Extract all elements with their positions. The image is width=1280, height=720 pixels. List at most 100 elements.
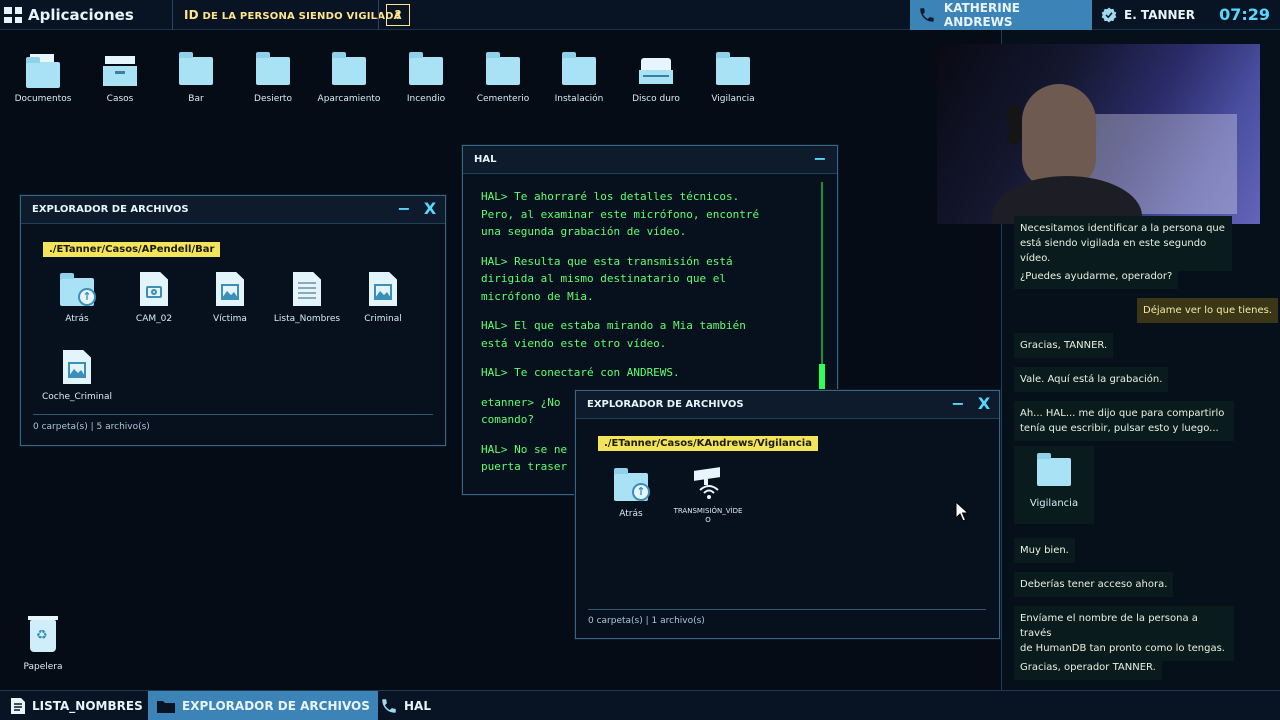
clock: 07:29: [1219, 5, 1270, 24]
window-titlebar[interactable]: HAL −: [463, 146, 837, 174]
text-file-icon: [293, 272, 321, 306]
active-call[interactable]: KATHERINE ANDREWS: [910, 0, 1092, 30]
minimize-button[interactable]: −: [949, 395, 967, 413]
desktop-icon-documentos[interactable]: Documentos: [5, 48, 81, 104]
file-explorer-window-vigilancia: EXPLORADOR DE ARCHIVOS − X ./ETanner/Cas…: [575, 390, 1000, 639]
top-divider: [378, 0, 379, 30]
window-title: EXPLORADOR DE ARCHIVOS: [32, 204, 189, 215]
status-bar: 0 carpeta(s) | 5 archivo(s): [33, 422, 150, 432]
apps-grid-icon: [4, 7, 22, 23]
desktop-icon-desierto[interactable]: Desierto: [235, 48, 311, 104]
chat-message: Envíame el nombre de la persona a través…: [1014, 606, 1234, 661]
chat-message: Gracias, TANNER.: [1014, 333, 1114, 358]
desktop-icon-label: Aparcamiento: [317, 94, 381, 104]
image-file-icon: [216, 272, 244, 306]
file-victima[interactable]: Víctima: [193, 272, 267, 324]
desktop-icon-label: Casos: [106, 94, 134, 104]
file-label: Lista_Nombres: [273, 314, 341, 324]
shared-folder-label: Vigilancia: [1029, 498, 1079, 509]
file-cam-02[interactable]: CAM_02: [117, 272, 191, 324]
folder-icon: [409, 52, 443, 85]
chat-message: ¿Puedes ayudarme, operador?: [1014, 264, 1179, 289]
folder-icon: [157, 701, 175, 713]
desktop-icon-label: Cementerio: [476, 94, 530, 104]
current-task: ID DE LA PERSONA SIENDO VIGILADA: [184, 0, 402, 30]
path-breadcrumb: ./ETanner/Casos/APendell/Bar: [43, 242, 221, 257]
file-label: Criminal: [364, 314, 402, 324]
desktop-icon-instalacion[interactable]: Instalación: [541, 48, 617, 104]
desktop-icon-label: Papelera: [23, 662, 63, 672]
window-titlebar[interactable]: EXPLORADOR DE ARCHIVOS − X: [576, 391, 999, 419]
applications-menu[interactable]: Aplicaciones: [4, 0, 134, 30]
file-transmision-video[interactable]: TRANSMISIÓN_VÍDE O: [671, 467, 745, 525]
desktop-icon-incendio[interactable]: Incendio: [388, 48, 464, 104]
scrollbar-thumb[interactable]: [819, 364, 825, 390]
file-atras[interactable]: ↑ Atrás: [594, 467, 668, 519]
folder-icon: [256, 52, 290, 85]
phone-icon: [382, 699, 396, 713]
taskbar: LISTA_NOMBRES EXPLORADOR DE ARCHIVOS HAL: [0, 690, 1280, 720]
taskbar-label: HAL: [404, 699, 431, 713]
file-criminal[interactable]: Criminal: [346, 272, 420, 324]
taskbar-label: EXPLORADOR DE ARCHIVOS: [182, 699, 370, 713]
close-button[interactable]: X: [975, 395, 993, 413]
folder-icon: [1037, 453, 1071, 486]
desktop-icon-label: Disco duro: [632, 94, 680, 104]
file-label: TRANSMISIÓN_VÍDE: [673, 507, 743, 515]
desktop-icon-label: Bar: [188, 94, 204, 104]
file-coche-criminal[interactable]: Coche_Criminal: [40, 350, 114, 402]
file-label: Coche_Criminal: [42, 392, 112, 402]
folder-icon: [179, 52, 213, 85]
desktop-icon-bar[interactable]: Bar: [158, 48, 234, 104]
document-icon: [11, 698, 25, 714]
desktop-icon-casos[interactable]: Casos: [82, 48, 158, 104]
help-button[interactable]: ?: [386, 4, 410, 26]
image-file-icon: [63, 350, 91, 384]
taskbar-item-hal[interactable]: HAL: [372, 691, 439, 720]
shared-folder-vigilancia[interactable]: Vigilancia: [1014, 446, 1094, 524]
desktop-icon-vigilancia[interactable]: Vigilancia: [695, 48, 771, 104]
file-label: Atrás: [619, 509, 643, 519]
user-profile[interactable]: E. TANNER: [1100, 0, 1195, 30]
file-label: Víctima: [213, 314, 247, 324]
desktop-icon-papelera[interactable]: ♻ Papelera: [14, 616, 72, 672]
task-prefix: ID: [184, 8, 199, 22]
minimize-button[interactable]: −: [811, 150, 829, 168]
desktop-icon-label: Desierto: [254, 94, 292, 104]
back-folder-icon: ↑: [614, 467, 650, 501]
badge-icon: [1101, 7, 1117, 23]
chat-message-own: Déjame ver lo que tienes.: [1137, 298, 1279, 323]
file-lista-nombres[interactable]: Lista_Nombres: [270, 272, 344, 324]
folder-icon: [486, 52, 520, 85]
call-name: KATHERINE ANDREWS: [943, 1, 1020, 29]
file-atras[interactable]: ↑ Atrás: [40, 272, 114, 324]
chat-message: Gracias, operador TANNER.: [1014, 655, 1162, 680]
taskbar-item-explorador[interactable]: EXPLORADOR DE ARCHIVOS: [148, 691, 378, 720]
chat-message: Muy bien.: [1014, 538, 1075, 563]
desktop-icon-label: Documentos: [14, 94, 72, 104]
window-title: HAL: [474, 154, 497, 165]
taskbar-item-lista-nombres[interactable]: LISTA_NOMBRES: [2, 691, 151, 720]
desktop-icon-cementerio[interactable]: Cementerio: [465, 48, 541, 104]
top-divider: [172, 0, 173, 30]
window-title: EXPLORADOR DE ARCHIVOS: [587, 399, 744, 410]
scrollbar-track[interactable]: [821, 182, 823, 392]
folder-icon: [562, 52, 596, 85]
desktop-icon-label: Vigilancia: [711, 94, 755, 104]
file-label: Atrás: [65, 314, 89, 324]
desktop-icon-label: Incendio: [406, 94, 446, 104]
folder-icon: [716, 52, 750, 85]
phone-icon: [920, 8, 934, 22]
desktop-icon-disco-duro[interactable]: Disco duro: [618, 48, 694, 104]
documents-folder-icon: [26, 54, 60, 88]
chat-message: Deberías tener acceso ahora.: [1014, 572, 1174, 597]
task-text: DE LA PERSONA SIENDO VIGILADA: [202, 11, 402, 22]
close-button[interactable]: X: [421, 200, 439, 218]
window-titlebar[interactable]: EXPLORADOR DE ARCHIVOS − X: [21, 196, 445, 224]
webcam-overlay: [937, 44, 1260, 224]
minimize-button[interactable]: −: [395, 200, 413, 218]
chat-message: Ah... HAL... me dijo que para compartirl…: [1014, 401, 1234, 441]
top-bar: Aplicaciones ID DE LA PERSONA SIENDO VIG…: [0, 0, 1280, 30]
back-folder-icon: ↑: [60, 272, 96, 306]
desktop-icon-aparcamiento[interactable]: Aparcamiento: [311, 48, 387, 104]
